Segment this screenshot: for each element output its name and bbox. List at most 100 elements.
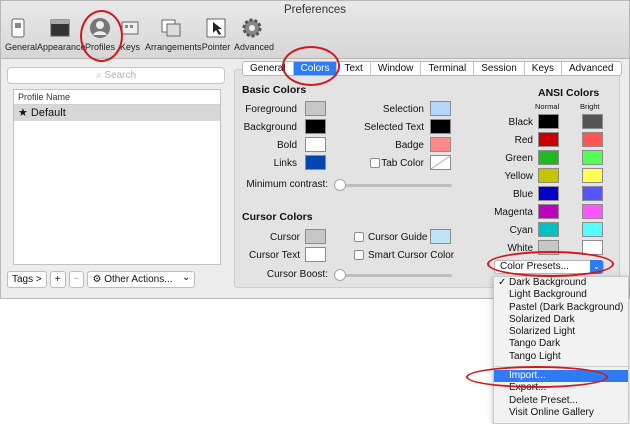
menu-item-label: Dark Background [509,277,587,288]
other-actions-button[interactable]: ⚙ Other Actions... ⌄ [87,271,196,288]
selection-swatch[interactable] [430,101,451,116]
ansi-blue-bright-swatch[interactable] [582,186,603,201]
cursor-label: Cursor [269,232,300,243]
color-presets-label: Color Presets... [500,261,569,272]
list-item[interactable]: ★ Default [14,105,220,121]
ansi-yellow-bright-swatch[interactable] [582,168,603,183]
chevron-down-icon: ⌄ [590,260,603,274]
ansi-cyan-normal-swatch[interactable] [538,222,559,237]
background-swatch[interactable] [305,119,326,134]
ansi-yellow-label: Yellow [504,171,533,182]
tags-button[interactable]: Tags > [7,271,47,288]
toolbar-keys[interactable]: Keys [119,17,141,52]
color-presets-dropdown[interactable]: Color Presets... ⌄ [494,260,604,274]
add-profile-button[interactable]: + [49,271,66,288]
ansi-black-bright-swatch[interactable] [582,114,603,129]
preset-action-item[interactable]: Visit Online Gallery [494,407,628,419]
ansi-white-normal-swatch[interactable] [538,240,559,255]
preset-action-item[interactable]: Delete Preset... [494,395,628,407]
tab-session[interactable]: Session [474,62,525,75]
preset-menu-item[interactable]: Pastel (Dark Background) [494,302,628,314]
color-presets-menu: ✓ Dark Background Light Background Pastel (… [493,276,629,424]
tab-general[interactable]: General [243,62,294,75]
toolbar-label: Appearance [37,42,86,52]
toolbar-pointer[interactable]: Pointer [201,17,231,52]
tab-color-swatch[interactable] [430,155,451,170]
cursor-guide-checkbox[interactable] [354,232,364,242]
cursor-guide-swatch[interactable] [430,229,451,244]
column-header[interactable]: Profile Name [14,90,220,105]
foreground-swatch[interactable] [305,101,326,116]
profiles-panel: ⌕ Search Profile Name ★ Default Tags > +… [7,65,229,293]
ansi-black-normal-swatch[interactable] [538,114,559,129]
toolbar-label: Pointer [201,42,231,52]
tab-advanced[interactable]: Advanced [562,62,620,75]
menu-item-label: Light Background [509,289,587,301]
bold-label: Bold [276,140,297,151]
normal-column-label: Normal [535,102,560,111]
tab-colors[interactable]: Colors [293,62,338,75]
selected-text-swatch[interactable] [430,119,451,134]
switch-icon [11,18,25,38]
menu-item-label: Pastel (Dark Background) [509,301,624,313]
cursor-boost-slider[interactable] [334,269,452,281]
cursor-colors-title: Cursor Colors [242,211,313,223]
tab-keys[interactable]: Keys [525,62,563,75]
smart-cursor-checkbox[interactable] [354,250,364,260]
cursor-text-swatch[interactable] [305,247,326,262]
bold-swatch[interactable] [305,137,326,152]
slider-knob[interactable] [334,179,346,191]
toolbar-profiles[interactable]: Profiles [85,17,115,52]
toolbar-appearance[interactable]: Appearance [37,17,86,52]
colors-panel: Basic Colors Foreground Background Bold … [234,69,620,288]
menu-item-label: Solarized Dark [509,313,575,325]
chevron-down-icon: ⌄ [182,272,191,283]
ansi-blue-normal-swatch[interactable] [538,186,559,201]
ansi-magenta-normal-swatch[interactable] [538,204,559,219]
menu-separator [494,366,628,368]
colors-pane: Basic Colors Foreground Background Bold … [234,61,622,288]
tab-window[interactable]: Window [371,62,422,75]
min-contrast-slider[interactable] [334,179,452,191]
ansi-cyan-label: Cyan [509,225,533,236]
keyboard-icon [121,21,139,35]
toolbar-arrangements[interactable]: Arrangements [145,17,202,52]
toolbar-label: Keys [119,42,140,52]
links-swatch[interactable] [305,155,326,170]
remove-profile-button[interactable]: − [68,271,85,288]
preset-menu-item[interactable]: Tango Light [494,351,628,363]
tab-text[interactable]: Text [337,62,371,75]
gear-icon [242,18,262,38]
ansi-green-bright-swatch[interactable] [582,150,603,165]
ansi-blue-label: Blue [512,189,533,200]
tab-color-label: Tab Color [381,158,424,169]
preset-menu-item[interactable]: Tango Dark [494,338,628,350]
badge-swatch[interactable] [430,137,451,152]
toolbar-general[interactable]: General [5,17,37,52]
ansi-magenta-label: Magenta [494,207,533,218]
ansi-white-bright-swatch[interactable] [582,240,603,255]
ansi-yellow-normal-swatch[interactable] [538,168,559,183]
preset-menu-item[interactable]: Solarized Light [494,326,628,338]
tab-terminal[interactable]: Terminal [421,62,475,75]
preset-menu-item[interactable]: Solarized Dark [494,314,628,326]
profile-list: Profile Name ★ Default [13,89,221,265]
preset-action-item[interactable]: Export... [494,382,628,394]
preset-action-item[interactable]: Import... [494,370,628,383]
slider-knob[interactable] [334,269,346,281]
ansi-green-normal-swatch[interactable] [538,150,559,165]
toolbar-label: Arrangements [145,42,202,52]
search-input[interactable]: ⌕ Search [7,67,225,84]
preferences-window: Preferences General Appearance Profiles … [0,0,630,299]
ansi-colors-title: ANSI Colors [538,87,600,99]
preset-menu-item[interactable]: Light Background [494,289,628,301]
ansi-magenta-bright-swatch[interactable] [582,204,603,219]
window-title: Preferences [283,4,346,16]
ansi-cyan-bright-swatch[interactable] [582,222,603,237]
cursor-swatch[interactable] [305,229,326,244]
toolbar-advanced[interactable]: Advanced [234,17,274,52]
title-bar: Preferences General Appearance Profiles … [1,1,629,59]
ansi-red-normal-swatch[interactable] [538,132,559,147]
ansi-red-bright-swatch[interactable] [582,132,603,147]
preset-menu-item[interactable]: ✓ Dark Background [494,277,628,289]
